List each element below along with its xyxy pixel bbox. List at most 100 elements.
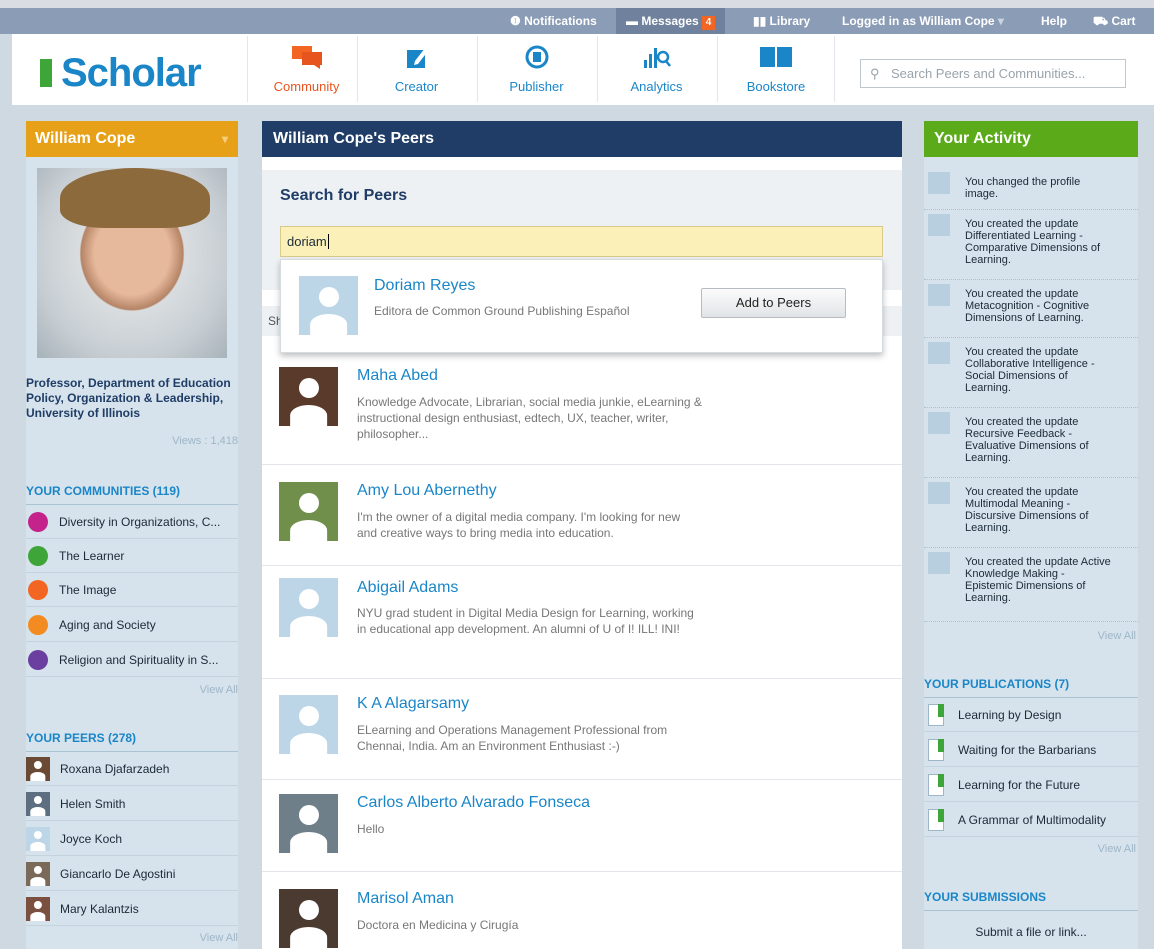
activity-item[interactable]: You created the update Active Knowledge … [924, 548, 1138, 622]
user-menu[interactable]: Logged in as William Cope ▾ [832, 8, 1014, 34]
search-input[interactable]: ⚲ Search Peers and Communities... [860, 59, 1126, 88]
help-link[interactable]: Help [1031, 8, 1077, 34]
logo-mark-icon [40, 59, 52, 87]
peer-label: Joyce Koch [60, 832, 123, 846]
publications-heading[interactable]: YOUR PUBLICATIONS (7) [924, 677, 1138, 698]
peer-name[interactable]: Marisol Aman [357, 890, 454, 908]
peer-name[interactable]: K A Alagarsamy [357, 695, 469, 713]
peer-row: Amy Lou Abernethy I'm the owner of a digi… [262, 465, 902, 566]
peer-avatar[interactable] [279, 889, 338, 948]
communities-heading[interactable]: YOUR COMMUNITIES (119) [26, 484, 238, 505]
peer-item[interactable]: Helen Smith [26, 787, 238, 821]
activity-view-all[interactable]: View All [924, 630, 1136, 642]
peer-avatar[interactable] [279, 367, 338, 426]
community-icon [291, 46, 322, 69]
submissions-heading[interactable]: YOUR SUBMISSIONS [924, 890, 1138, 911]
community-item[interactable]: The Learner [26, 539, 238, 573]
peers-view-all[interactable]: View All [26, 932, 238, 944]
activity-item[interactable]: You created the update Multimodal Meanin… [924, 478, 1138, 548]
profile-menu[interactable]: William Cope ▾ [26, 121, 238, 157]
profile-photo-hair [60, 168, 210, 228]
add-to-peers-button[interactable]: Add to Peers [701, 288, 846, 318]
suggestion-desc: Editora de Common Ground Publishing Espa… [374, 304, 630, 318]
publication-item[interactable]: Learning by Design [924, 698, 1138, 732]
chevron-down-icon: ▾ [994, 14, 1004, 28]
book-icon [928, 809, 944, 831]
activity-avatar [928, 172, 950, 194]
nav-bookstore[interactable]: Bookstore [717, 36, 835, 102]
peer-label: Giancarlo De Agostini [60, 867, 176, 881]
peer-desc: ELearning and Operations Management Prof… [357, 723, 668, 753]
publications-view-all[interactable]: View All [924, 843, 1136, 855]
activity-avatar [928, 342, 950, 364]
community-item[interactable]: The Image [26, 573, 238, 607]
peer-name[interactable]: Maha Abed [357, 367, 438, 385]
peer-name[interactable]: Abigail Adams [357, 579, 458, 597]
messages-link[interactable]: ▬ Messages 4 [616, 8, 726, 34]
peer-search-input[interactable]: doriam [280, 226, 883, 257]
nav-analytics[interactable]: Analytics [597, 36, 715, 102]
library-label: Library [769, 14, 811, 28]
cart-link[interactable]: ⛟ Cart [1083, 8, 1145, 34]
cart-icon: ⛟ [1093, 14, 1112, 28]
peer-avatar[interactable] [279, 794, 338, 853]
messages-label: Messages [641, 14, 699, 28]
community-label: Religion and Spirituality in S... [59, 653, 219, 667]
community-item[interactable]: Diversity in Organizations, C... [26, 505, 238, 539]
activity-avatar [928, 214, 950, 236]
peer-item[interactable]: Roxana Djafarzadeh [26, 752, 238, 786]
nav-community[interactable]: Community [247, 36, 365, 102]
activity-item[interactable]: You created the update Metacognition - C… [924, 280, 1138, 338]
submit-file-link[interactable]: Submit a file or link... [924, 925, 1138, 939]
peer-name[interactable]: Carlos Alberto Alvarado Fonseca [357, 794, 590, 812]
peer-avatar [26, 757, 50, 781]
profile-title: Professor, Department of Education Polic… [26, 376, 231, 420]
text-cursor [327, 234, 329, 249]
activity-text: You changed the profile image. [965, 176, 1081, 200]
peer-item[interactable]: Mary Kalantzis [26, 892, 238, 926]
publication-label: A Grammar of Multimodality [958, 813, 1107, 827]
peer-row: K A Alagarsamy ELearning and Operations M… [262, 679, 902, 780]
chat-icon: ▬ [626, 14, 642, 28]
suggestion-avatar [299, 276, 358, 335]
peer-desc: I'm the owner of a digital media company… [357, 510, 681, 540]
communities-view-all[interactable]: View All [26, 684, 238, 696]
library-link[interactable]: ▮▮ Library [743, 8, 820, 34]
peer-search-value: doriam [287, 234, 327, 249]
notifications-label: Notifications [524, 14, 597, 28]
publication-item[interactable]: Waiting for the Barbarians [924, 733, 1138, 767]
activity-item[interactable]: You changed the profile image. [924, 168, 1138, 210]
publication-item[interactable]: A Grammar of Multimodality [924, 803, 1138, 837]
peer-row: Maha Abed Knowledge Advocate, Librarian, … [262, 350, 902, 465]
publication-item[interactable]: Learning for the Future [924, 768, 1138, 802]
notifications-link[interactable]: ❶ Notifications [500, 8, 607, 34]
activity-item[interactable]: You created the update Collaborative Int… [924, 338, 1138, 408]
activity-avatar [928, 552, 950, 574]
peer-name[interactable]: Amy Lou Abernethy [357, 482, 497, 500]
activity-item[interactable]: You created the update Recursive Feedbac… [924, 408, 1138, 478]
activity-text: You created the update Differentiated Le… [965, 218, 1101, 266]
scholar-logo[interactable]: Scholar [12, 47, 247, 97]
peer-avatar [26, 862, 50, 886]
profile-views: Views : 1,418 [172, 435, 238, 447]
peer-avatar [26, 792, 50, 816]
suggestion-name[interactable]: Doriam Reyes [374, 277, 475, 295]
peer-item[interactable]: Joyce Koch [26, 822, 238, 856]
nav-publisher[interactable]: Publisher [477, 36, 595, 102]
peer-avatar [26, 827, 50, 851]
peer-avatar[interactable] [279, 695, 338, 754]
book-icon [928, 739, 944, 761]
community-icon [28, 615, 48, 635]
peer-item[interactable]: Giancarlo De Agostini [26, 857, 238, 891]
community-icon [28, 512, 48, 532]
community-item[interactable]: Religion and Spirituality in S... [26, 643, 238, 677]
community-item[interactable]: Aging and Society [26, 608, 238, 642]
nav-creator[interactable]: Creator [357, 36, 475, 102]
peer-avatar[interactable] [279, 482, 338, 541]
peer-desc: NYU grad student in Digital Media Design… [357, 606, 694, 636]
book-icon [928, 774, 944, 796]
peer-avatar[interactable] [279, 578, 338, 637]
chevron-down-icon: ▾ [221, 132, 228, 146]
peers-heading[interactable]: YOUR PEERS (278) [26, 731, 238, 752]
activity-item[interactable]: You created the update Differentiated Le… [924, 210, 1138, 280]
